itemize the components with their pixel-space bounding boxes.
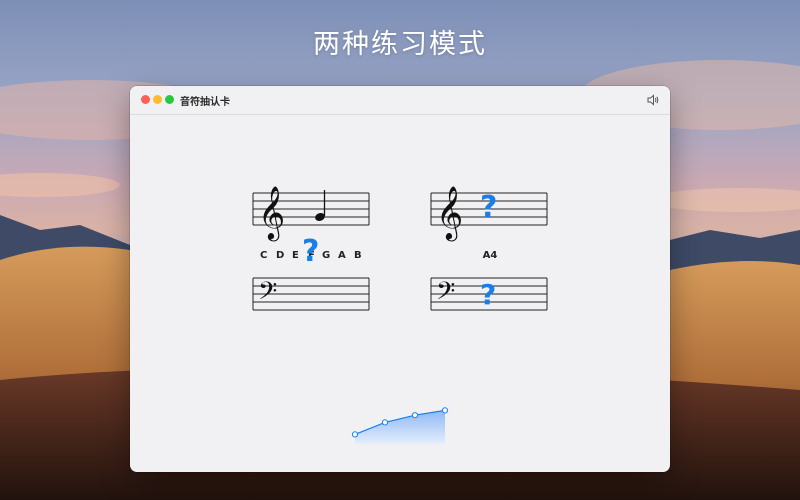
progress-point-2 xyxy=(411,412,419,419)
close-button[interactable] xyxy=(141,95,150,104)
bass-clef-icon: 𝄢 xyxy=(436,277,455,312)
speaker-icon[interactable] xyxy=(646,93,660,107)
progress-point-3 xyxy=(441,407,449,414)
minimize-button[interactable] xyxy=(153,95,162,104)
bass-clef-icon: 𝄢 xyxy=(258,277,277,312)
note-option-g[interactable]: G xyxy=(322,250,330,261)
answer-note-label: A4 xyxy=(482,250,498,261)
treble-clef-icon: 𝄞 xyxy=(258,185,285,241)
note-option-c[interactable]: C xyxy=(260,250,267,261)
progress-point-1 xyxy=(381,419,389,426)
note-option-b[interactable]: B xyxy=(354,250,362,261)
progress-chart xyxy=(351,407,449,444)
question-mark-icon: ? xyxy=(480,278,497,311)
title-bar: 音符抽认卡 xyxy=(130,86,670,115)
note-option-a[interactable]: A xyxy=(338,250,346,261)
progress-point-0 xyxy=(351,431,359,438)
progress-area xyxy=(355,410,445,444)
question-mark-icon: ? xyxy=(480,190,498,225)
mode-one-treble-staff: 𝄞 xyxy=(252,180,370,242)
window-title: 音符抽认卡 xyxy=(180,97,230,108)
note-option-e[interactable]: E xyxy=(292,250,299,261)
treble-clef-icon: 𝄞 xyxy=(436,185,463,241)
headline: 两种练习模式 xyxy=(313,29,487,60)
question-mark-icon: ? xyxy=(302,234,320,269)
note-option-d[interactable]: D xyxy=(276,250,284,261)
mode-one-bass-staff: 𝄢 xyxy=(252,270,370,316)
fullscreen-button[interactable] xyxy=(165,95,174,104)
app-window: 音符抽认卡 𝄞 C D E F G A B ? 𝄢 𝄞 ? A4 𝄢 ? xyxy=(130,86,670,472)
